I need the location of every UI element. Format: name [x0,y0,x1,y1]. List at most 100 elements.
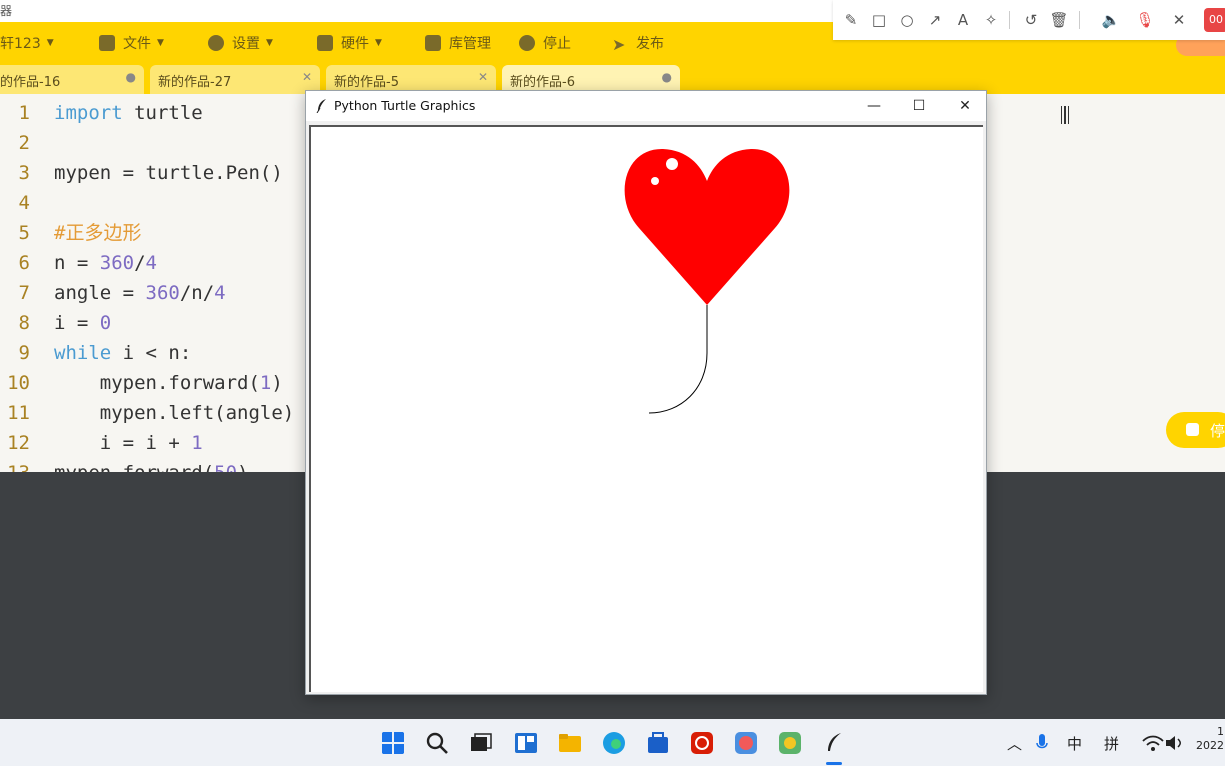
game-app-icon[interactable] [734,731,758,755]
floating-stop-button[interactable]: 停 [1166,412,1225,448]
search-icon[interactable] [425,731,449,755]
store-icon[interactable] [646,731,670,755]
menu-user[interactable]: 轩123 ▼ [0,32,54,54]
menu-publish-label: 发布 [636,36,664,52]
gear-icon [208,35,224,51]
code-token: n = [54,252,100,274]
close-icon[interactable]: ✕ [302,70,312,84]
line-number: 2 [18,132,30,154]
ime-mode[interactable]: 拼 [1104,733,1119,754]
code-token: ) [237,462,248,472]
code-token: while [54,342,112,364]
python-ide-icon[interactable] [778,731,802,755]
robot-icon [317,35,333,51]
menu-library[interactable]: 库管理 [425,32,491,54]
tab-label: 新的作品-5 [334,75,399,90]
record-timer-badge[interactable]: 00 [1204,8,1225,32]
turtle-window-titlebar[interactable]: Python Turtle Graphics — ☐ ✕ [306,91,986,121]
code-token: 360 [99,252,135,274]
menu-library-label: 库管理 [449,36,491,52]
tab-work-27[interactable]: 新的作品-27 ✕ [150,65,320,94]
code-text: n = 360/4 [54,248,157,278]
code-token: 1 [259,372,272,394]
menu-file[interactable]: 文件 ▼ [99,32,164,54]
active-app-indicator [826,762,842,765]
rectangle-icon[interactable]: □ [869,10,889,30]
menu-stop[interactable]: 停止 [519,32,571,54]
feather-app-icon[interactable] [822,731,846,755]
maximize-button[interactable]: ☐ [904,96,934,116]
code-token: angle = [54,282,146,304]
code-text: i = 0 [54,308,111,338]
chevron-down-icon: ▼ [266,38,273,48]
line-number: 11 [7,402,30,424]
windows-start-icon[interactable] [381,731,405,755]
code-token: /n/ [179,282,215,304]
code-token: #正多边形 [54,222,142,244]
undo-icon[interactable]: ↺ [1021,10,1041,30]
close-icon[interactable]: ✕ [478,70,488,84]
heart-shape [624,148,790,305]
turtle-canvas[interactable] [309,125,983,692]
balloon-string [648,305,708,414]
menu-hardware[interactable]: 硬件 ▼ [317,32,382,54]
code-token: ) [271,372,283,394]
circle-icon[interactable]: ○ [897,10,917,30]
tab-label: 新的作品-27 [158,75,232,90]
clock-time: 1 [1217,725,1224,738]
minimize-button[interactable]: — [859,96,889,116]
annotation-toolbar: ✎ □ ○ ↗ A ✧ ↺ 🗑 🔈 🎙 ✕ [833,0,1225,40]
code-text: angle = 360/n/4 [54,278,226,308]
system-clock[interactable]: 1 2022 [1196,725,1224,753]
text-icon[interactable]: A [953,10,973,30]
line-number: 9 [18,342,30,364]
widgets-icon[interactable] [514,731,538,755]
code-text: mypen = turtle.Pen() [54,158,283,188]
ime-language[interactable]: 中 [1067,733,1082,754]
chevron-down-icon: ▼ [46,38,54,48]
line-number: 10 [7,372,30,394]
text-cursor-icon [1061,106,1069,124]
floating-stop-label: 停 [1210,422,1225,440]
code-text: mypen.forward(1) [54,368,283,398]
code-text: i = i + 1 [54,428,203,458]
tab-label: 的作品-16 [0,75,61,90]
chevron-up-icon[interactable]: ︿ [1007,733,1022,754]
pencil-icon[interactable]: ✎ [841,10,861,30]
edge-browser-icon[interactable] [602,731,626,755]
netease-music-icon[interactable] [690,731,714,755]
volume-icon[interactable] [1164,731,1184,755]
stop-icon [519,35,535,51]
speaker-icon[interactable]: 🔈 [1101,10,1121,30]
code-text: while i < n: [54,338,191,368]
heart-highlight-small [651,177,659,185]
menu-settings[interactable]: 设置 ▼ [208,32,273,54]
arrow-icon[interactable]: ↗ [925,10,945,30]
close-icon[interactable]: ✕ [1169,10,1189,30]
trash-icon[interactable]: 🗑 [1049,10,1069,30]
chevron-down-icon: ▼ [375,38,382,48]
menu-user-label: 轩123 [0,36,41,52]
clock-date: 2022 [1196,739,1224,752]
code-token: 360 [145,282,180,304]
turtle-window: Python Turtle Graphics — ☐ ✕ [305,90,987,695]
close-button[interactable]: ✕ [950,96,980,116]
magic-wand-icon[interactable]: ✧ [981,10,1001,30]
menu-publish[interactable]: ➤ 发布 [612,32,664,54]
code-text: #正多边形 [54,218,141,248]
code-text: mypen.left(angle) [54,398,294,428]
mic-muted-icon[interactable]: 🎙 [1135,10,1155,30]
tab-work-16[interactable]: 的作品-16 ● [0,65,144,94]
code-token: i = [54,312,100,334]
microphone-icon[interactable] [1034,731,1050,755]
code-token: i < n: [111,342,192,364]
menu-settings-label: 设置 [232,36,260,52]
inbox-icon [425,35,441,51]
file-explorer-icon[interactable] [558,731,582,755]
wifi-icon[interactable] [1141,731,1165,755]
modified-dot-icon[interactable]: ● [662,70,672,84]
task-view-icon[interactable] [469,731,493,755]
modified-dot-icon[interactable]: ● [126,70,136,84]
line-number: 3 [18,162,30,184]
code-token: mypen.forward( [54,372,260,394]
